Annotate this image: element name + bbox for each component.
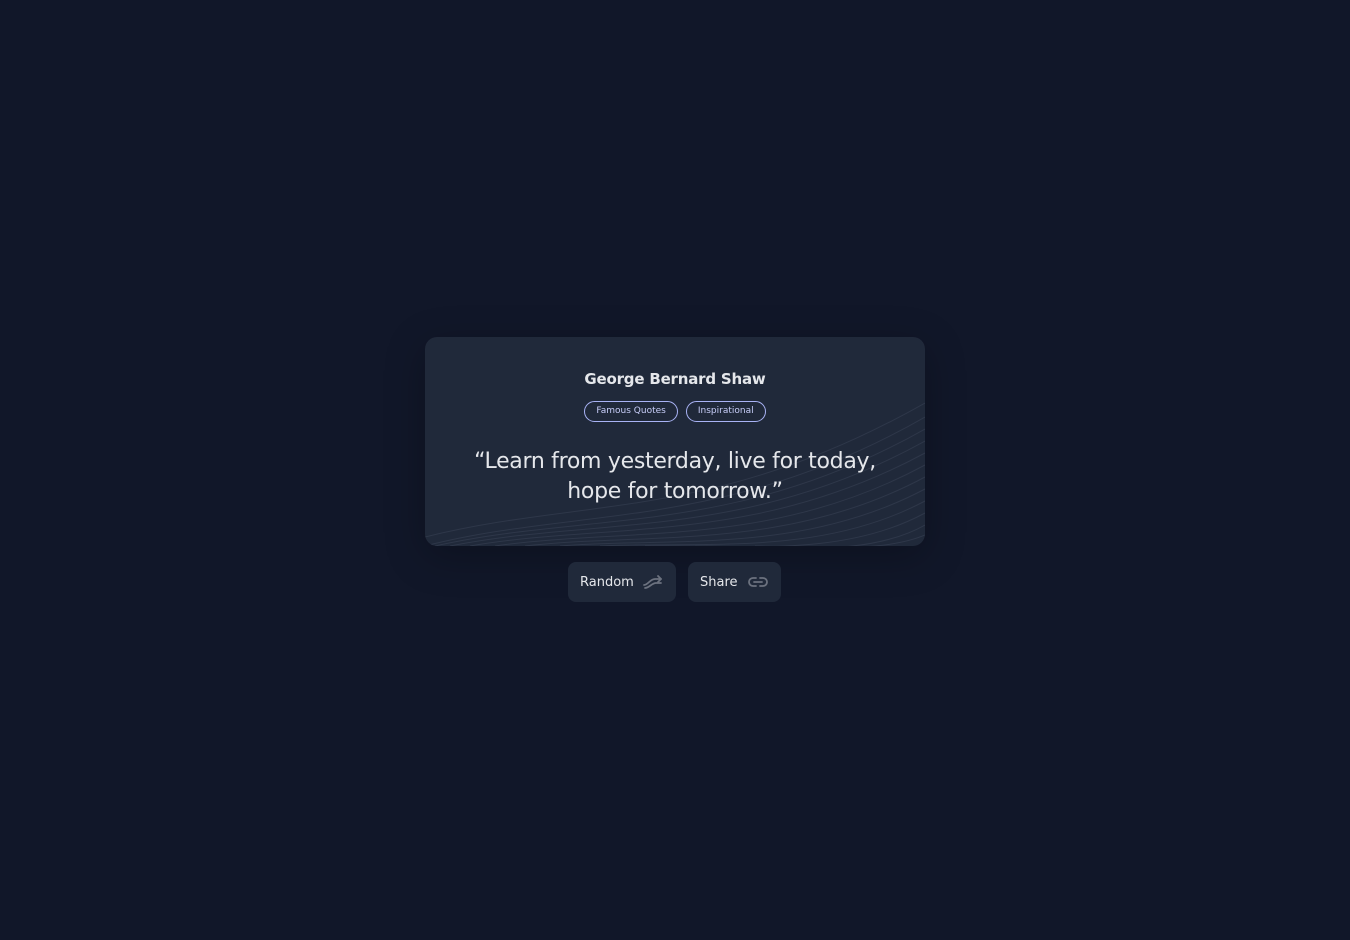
decorative-wave-lines bbox=[425, 402, 925, 546]
quote-author: George Bernard Shaw bbox=[584, 370, 766, 388]
tag-famous-quotes[interactable]: Famous Quotes bbox=[584, 401, 678, 422]
quote-text: “Learn from yesterday, live for today, h… bbox=[474, 449, 876, 504]
action-bar: Random Share bbox=[568, 562, 781, 602]
random-button-label: Random bbox=[580, 574, 634, 590]
page: George Bernard Shaw Famous Quotes Inspir… bbox=[0, 0, 1350, 940]
quote-card: George Bernard Shaw Famous Quotes Inspir… bbox=[425, 337, 925, 546]
share-button-label: Share bbox=[700, 574, 738, 590]
share-button[interactable]: Share bbox=[688, 562, 781, 602]
shuffle-arrows-icon bbox=[642, 574, 664, 590]
tag-list: Famous Quotes Inspirational bbox=[425, 401, 925, 422]
tag-inspirational[interactable]: Inspirational bbox=[685, 401, 766, 422]
random-button[interactable]: Random bbox=[568, 562, 676, 602]
link-icon bbox=[747, 574, 769, 590]
